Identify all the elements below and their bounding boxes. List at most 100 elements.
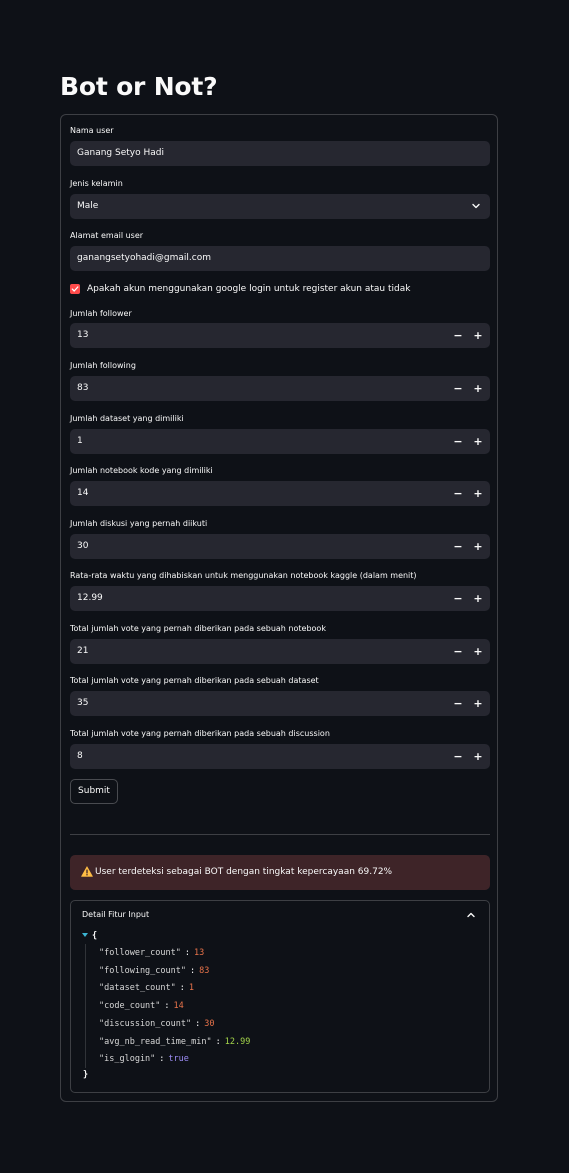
json-key: "avg_nb_read_time_min" [99, 1037, 212, 1047]
dataset-votes-input[interactable]: 35 − + [70, 691, 490, 716]
json-close-brace: } [83, 1070, 89, 1080]
following-count-decrement-button[interactable]: − [448, 376, 468, 401]
dataset-votes-decrement-button[interactable]: − [448, 691, 468, 716]
submit-button[interactable]: Submit [70, 779, 118, 804]
expander-title: Detail Fitur Input [82, 910, 150, 919]
avg-read-time-label: Rata-rata waktu yang dihabiskan untuk me… [70, 571, 417, 580]
gender-select[interactable]: Male [70, 194, 490, 219]
notebook-votes-label: Total jumlah vote yang pernah diberikan … [70, 624, 326, 633]
alert-message: User terdeteksi sebagai BOT dengan tingk… [95, 867, 393, 877]
json-value: true [168, 1054, 189, 1064]
json-colon: : [195, 1019, 201, 1029]
json-colon: : [215, 1037, 221, 1047]
code-count-value: 14 [77, 488, 89, 498]
json-entry: "code_count":14 [99, 1000, 184, 1012]
name-input[interactable]: Ganang Setyo Hadi [70, 141, 490, 166]
email-label: Alamat email user [70, 231, 144, 240]
expander-header[interactable]: Detail Fitur Input [71, 901, 489, 927]
dataset-votes-value: 35 [77, 698, 89, 708]
json-colon: : [164, 1001, 170, 1011]
discussion-count-increment-button[interactable]: + [468, 534, 488, 559]
google-login-checkbox[interactable] [70, 284, 80, 294]
json-colon: : [159, 1054, 165, 1064]
json-key: "code_count" [99, 1001, 161, 1011]
json-key: "following_count" [99, 966, 186, 976]
json-entry: "is_glogin": true [99, 1053, 189, 1065]
name-input-value: Ganang Setyo Hadi [77, 148, 164, 158]
dataset-count-input[interactable]: 1 − + [70, 429, 490, 454]
json-colon: : [184, 948, 191, 958]
email-input[interactable]: ganangsetyohadi@gmail.com [70, 246, 490, 271]
json-colon: : [179, 983, 185, 993]
following-count-value: 83 [77, 383, 89, 393]
check-icon [71, 286, 79, 292]
follower-count-value: 13 [77, 330, 89, 340]
email-input-value: ganangsetyohadi@gmail.com [77, 253, 211, 263]
page-title: Bot or Not? [60, 72, 218, 101]
json-key: "follower_count" [99, 948, 181, 958]
dataset-count-decrement-button[interactable]: − [448, 429, 468, 454]
discussion-votes-input[interactable]: 8 − + [70, 744, 490, 769]
json-indent-guide [85, 944, 86, 1068]
notebook-votes-increment-button[interactable]: + [468, 639, 488, 664]
json-entry: "dataset_count":1 [99, 982, 194, 994]
json-entry: "avg_nb_read_time_min":12.99 [99, 1036, 250, 1048]
dataset-count-value: 1 [77, 436, 83, 446]
discussion-votes-label: Total jumlah vote yang pernah diberikan … [70, 729, 330, 738]
notebook-votes-value: 21 [77, 646, 89, 656]
code-count-decrement-button[interactable]: − [448, 481, 468, 506]
follower-count-input[interactable]: 13 − + [70, 323, 490, 348]
json-key: "dataset_count" [99, 983, 176, 993]
discussion-votes-increment-button[interactable]: + [468, 744, 488, 769]
notebook-votes-input[interactable]: 21 − + [70, 639, 490, 664]
json-entry: "discussion_count":30 [99, 1018, 215, 1030]
discussion-votes-value: 8 [77, 751, 83, 761]
json-value: 30 [204, 1019, 215, 1029]
json-key: "is_glogin" [99, 1054, 156, 1064]
avg-read-time-value: 12.99 [77, 593, 103, 603]
code-count-increment-button[interactable]: + [468, 481, 488, 506]
json-close-line: } [83, 1069, 88, 1081]
chevron-up-icon [467, 912, 475, 918]
dataset-votes-increment-button[interactable]: + [468, 691, 488, 716]
json-entry: "following_count":83 [99, 965, 209, 977]
gender-label: Jenis kelamin [70, 179, 123, 188]
follower-count-label: Jumlah follower [70, 309, 132, 318]
following-count-increment-button[interactable]: + [468, 376, 488, 401]
json-value: 1 [188, 983, 195, 993]
follower-count-decrement-button[interactable]: − [448, 323, 468, 348]
dataset-votes-label: Total jumlah vote yang pernah diberikan … [70, 676, 319, 685]
avg-read-time-decrement-button[interactable]: − [448, 586, 468, 611]
follower-count-increment-button[interactable]: + [468, 323, 488, 348]
discussion-count-value: 30 [77, 541, 89, 551]
discussion-count-decrement-button[interactable]: − [448, 534, 468, 559]
name-label: Nama user [70, 126, 114, 135]
bot-detection-alert: User terdeteksi sebagai BOT dengan tingk… [70, 855, 490, 890]
json-open-brace: { [92, 931, 98, 941]
google-login-checkbox-label: Apakah akun menggunakan google login unt… [87, 284, 411, 294]
json-open-line: { [82, 930, 97, 942]
warning-icon [81, 866, 93, 877]
discussion-count-label: Jumlah diskusi yang pernah diikuti [70, 519, 208, 528]
avg-read-time-input[interactable]: 12.99 − + [70, 586, 490, 611]
following-count-input[interactable]: 83 − + [70, 376, 490, 401]
json-key: "discussion_count" [99, 1019, 192, 1029]
json-value: 83 [199, 966, 210, 976]
json-value: 12.99 [224, 1037, 251, 1047]
input-features-expander: Detail Fitur Input { "follower_count":13… [70, 900, 490, 1093]
json-value: 13 [194, 948, 205, 958]
code-count-label: Jumlah notebook kode yang dimiliki [70, 466, 213, 475]
json-colon: : [190, 966, 196, 976]
json-entry: "follower_count":13 [99, 947, 204, 959]
dataset-count-label: Jumlah dataset yang dimiliki [70, 414, 184, 423]
avg-read-time-increment-button[interactable]: + [468, 586, 488, 611]
notebook-votes-decrement-button[interactable]: − [448, 639, 468, 664]
collapse-toggle-icon[interactable] [82, 933, 88, 937]
json-value: 14 [173, 1001, 184, 1011]
gender-select-value: Male [77, 201, 99, 211]
dataset-count-increment-button[interactable]: + [468, 429, 488, 454]
code-count-input[interactable]: 14 − + [70, 481, 490, 506]
divider [70, 834, 490, 835]
discussion-count-input[interactable]: 30 − + [70, 534, 490, 559]
discussion-votes-decrement-button[interactable]: − [448, 744, 468, 769]
